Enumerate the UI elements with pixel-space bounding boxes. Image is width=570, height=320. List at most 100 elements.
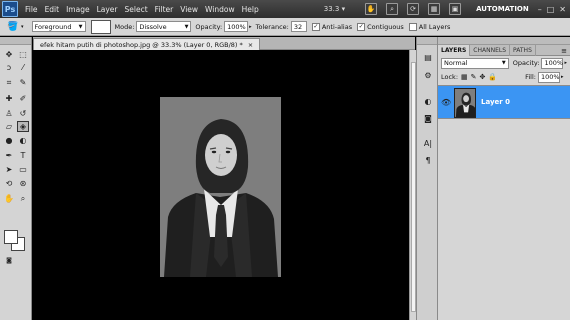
menu-edit[interactable]: Edit <box>45 5 60 14</box>
menu-image[interactable]: Image <box>66 5 90 14</box>
quick-mask-icon[interactable]: ◙ <box>3 255 15 266</box>
tab-channels[interactable]: CHANNELS <box>470 45 511 56</box>
screen-mode-icon[interactable]: ▣ <box>449 3 462 15</box>
blur-tool-icon[interactable]: ● <box>3 135 15 146</box>
visibility-eye-icon[interactable]: 👁 <box>441 98 451 107</box>
fill-label: Fill: <box>525 73 536 81</box>
masks-panel-icon[interactable]: ◙ <box>422 112 434 124</box>
history-panel-icon[interactable]: ▤ <box>422 51 434 63</box>
arrange-documents-icon[interactable]: ▦ <box>428 3 441 15</box>
fill-value: 100% <box>540 73 560 81</box>
paint-bucket-tool-icon[interactable]: ◈ <box>17 121 29 132</box>
layer-thumbnail <box>454 88 476 118</box>
layer-row[interactable]: 👁 Layer 0 <box>438 85 570 119</box>
menu-select[interactable]: Select <box>125 5 148 14</box>
actions-panel-icon[interactable]: ⚙ <box>422 69 434 81</box>
foreground-color-swatch[interactable] <box>4 230 18 244</box>
menu-help[interactable]: Help <box>242 5 259 14</box>
clone-stamp-tool-icon[interactable]: ♙ <box>3 108 15 119</box>
zoom-tool-icon[interactable]: ⌕ <box>17 193 29 204</box>
fill-input[interactable]: 100% <box>537 71 560 83</box>
menu-file[interactable]: File <box>25 5 38 14</box>
tool-preset-arrow-icon[interactable]: ▾ <box>21 24 24 30</box>
all-layers-label: All Layers <box>418 22 451 31</box>
brush-tool-icon[interactable]: ✐ <box>17 93 29 104</box>
lock-all-icon[interactable]: 🔒 <box>488 73 497 81</box>
lock-image-icon[interactable]: ✎ <box>471 73 477 81</box>
lasso-tool-icon[interactable]: ↄ <box>3 62 15 73</box>
document-tab-bar: efek hitam putih di photoshop.jpg @ 33.3… <box>33 37 415 50</box>
move-tool-icon[interactable]: ✥ <box>3 49 15 60</box>
chevron-down-icon: ▼ <box>78 23 83 30</box>
fill-arrow-icon[interactable]: ▸ <box>561 74 564 80</box>
portrait-photo <box>160 97 281 277</box>
hand-tool-icon[interactable]: ✋ <box>365 3 378 15</box>
panel-menu-icon[interactable]: ≡ <box>561 45 567 56</box>
healing-brush-tool-icon[interactable]: ✚ <box>3 93 15 104</box>
workspace-switcher[interactable]: AUTOMATION <box>476 5 529 13</box>
menu-layer[interactable]: Layer <box>97 5 118 14</box>
document-tab[interactable]: efek hitam putih di photoshop.jpg @ 33.3… <box>33 38 261 50</box>
canvas-area[interactable] <box>33 50 409 320</box>
tools-panel-header[interactable] <box>0 37 31 45</box>
eyedropper-tool-icon[interactable]: ✎ <box>17 77 29 88</box>
3d-camera-tool-icon[interactable]: ⊛ <box>17 178 29 189</box>
crop-tool-icon[interactable]: ⌗ <box>3 77 15 88</box>
document-image[interactable] <box>160 97 281 277</box>
panel-tabs: LAYERS CHANNELS PATHS ≡ <box>438 45 570 56</box>
layer-opacity-value: 100% <box>544 59 564 67</box>
path-selection-tool-icon[interactable]: ➤ <box>3 164 15 175</box>
lock-transparent-icon[interactable]: ▦ <box>461 73 468 81</box>
menu-filter[interactable]: Filter <box>155 5 174 14</box>
all-layers-checkbox[interactable] <box>408 22 417 31</box>
mode-select[interactable]: Dissolve ▼ <box>136 21 192 32</box>
menu-view[interactable]: View <box>180 5 198 14</box>
3d-rotate-tool-icon[interactable]: ⟲ <box>3 178 15 189</box>
maximize-button[interactable]: □ <box>547 5 555 14</box>
rotate-view-icon[interactable]: ⟳ <box>407 3 420 15</box>
marquee-tool-icon[interactable]: ⬚ <box>17 49 29 60</box>
mode-value: Dissolve <box>139 22 167 31</box>
magic-wand-tool-icon[interactable]: ⁄ <box>17 62 29 73</box>
fill-source-select[interactable]: Foreground ▼ <box>31 21 86 32</box>
opacity-arrow-icon[interactable]: ▸ <box>564 60 567 66</box>
opacity-value: 100% <box>227 22 246 31</box>
antialias-checkbox[interactable]: ✓ <box>311 22 320 31</box>
lock-position-icon[interactable]: ✥ <box>480 73 486 81</box>
tab-layers[interactable]: LAYERS <box>438 45 471 56</box>
layer-name[interactable]: Layer 0 <box>481 98 510 106</box>
zoom-tool-icon[interactable]: ⌕ <box>386 3 399 15</box>
minimize-button[interactable]: – <box>538 5 542 14</box>
contiguous-label: Contiguous <box>367 22 404 31</box>
contiguous-checkbox[interactable]: ✓ <box>357 22 366 31</box>
character-panel-icon[interactable]: A| <box>422 137 434 149</box>
adjustments-panel-icon[interactable]: ◐ <box>422 95 434 107</box>
menu-window[interactable]: Window <box>205 5 235 14</box>
hand-tool-icon[interactable]: ✋ <box>3 193 15 204</box>
opacity-arrow-icon[interactable]: ▸ <box>249 24 252 30</box>
dodge-tool-icon[interactable]: ◐ <box>17 135 29 146</box>
paragraph-panel-icon[interactable]: ¶ <box>422 154 434 166</box>
pen-tool-icon[interactable]: ✒ <box>3 150 15 161</box>
tools-panel: ✥ ⬚ ↄ ⁄ ⌗ ✎ ✚ ✐ ♙ ↺ ▱ ◈ ● ◐ ✒ T ➤ ▭ ⟲ ⊛ … <box>0 37 32 320</box>
layers-panel-header[interactable] <box>438 37 570 45</box>
close-icon[interactable]: × <box>248 41 253 49</box>
close-button[interactable]: ✕ <box>559 5 566 14</box>
tolerance-input[interactable]: 32 <box>290 21 307 32</box>
vertical-scrollbar[interactable] <box>409 50 416 320</box>
layer-opacity-input[interactable]: 100% <box>541 57 564 69</box>
opacity-input[interactable]: 100% <box>224 21 249 32</box>
blend-mode-select[interactable]: Normal ▼ <box>441 57 509 69</box>
history-brush-tool-icon[interactable]: ↺ <box>17 108 29 119</box>
tab-paths[interactable]: PATHS <box>510 45 536 56</box>
dock-header[interactable] <box>417 37 437 45</box>
eraser-tool-icon[interactable]: ▱ <box>3 121 15 132</box>
chevron-down-icon: ▼ <box>501 60 506 66</box>
type-tool-icon[interactable]: T <box>17 150 29 161</box>
mode-label: Mode: <box>114 22 135 31</box>
options-bar: 🪣 ▾ Foreground ▼ Mode: Dissolve ▼ Opacity:… <box>0 18 570 36</box>
zoom-level[interactable]: 33.3 ▾ <box>324 5 345 13</box>
shape-tool-icon[interactable]: ▭ <box>17 164 29 175</box>
paint-bucket-icon[interactable]: 🪣 <box>6 20 20 34</box>
pattern-preview[interactable] <box>90 19 111 34</box>
